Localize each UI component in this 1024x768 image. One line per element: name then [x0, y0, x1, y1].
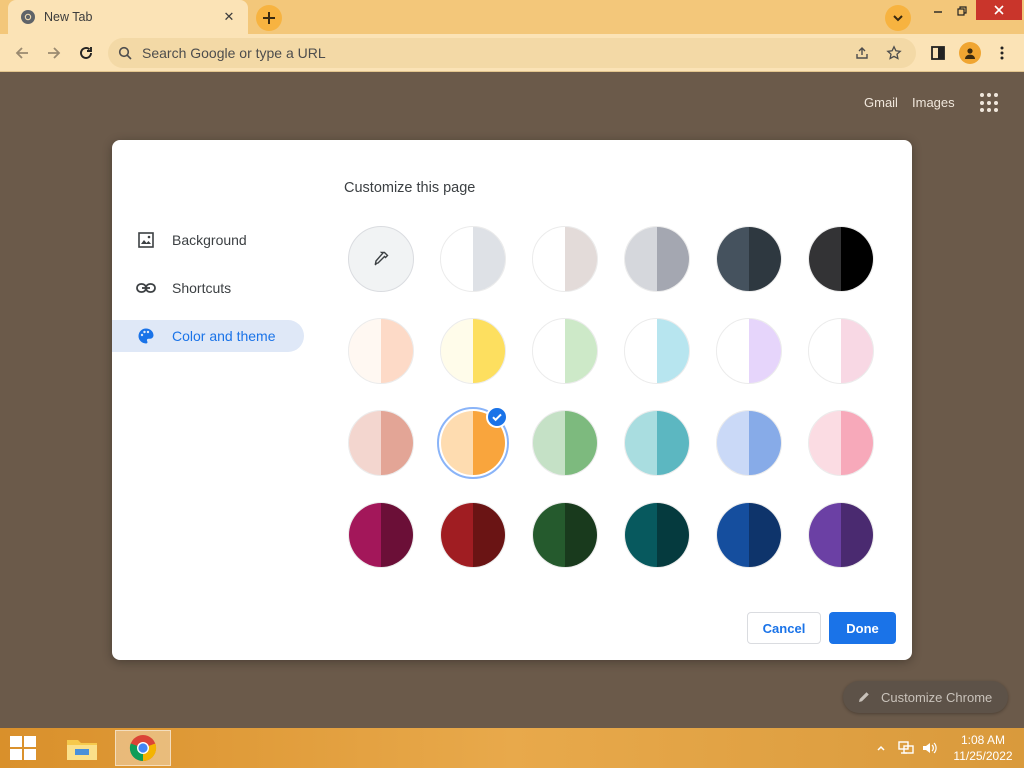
forward-button[interactable]	[42, 41, 66, 65]
clock-time: 1:08 AM	[960, 733, 1006, 747]
chevron-down-icon	[893, 15, 903, 22]
apps-grid-icon[interactable]	[980, 93, 1000, 113]
link-icon	[136, 278, 156, 298]
dialog-title: Customize this page	[344, 180, 476, 196]
color-swatch[interactable]	[348, 318, 414, 384]
menu-item-background[interactable]: Background	[112, 224, 304, 256]
color-swatch[interactable]	[440, 502, 506, 568]
restore-icon	[956, 5, 967, 16]
color-swatch[interactable]	[624, 502, 690, 568]
reload-icon	[80, 47, 92, 59]
color-swatch[interactable]	[808, 226, 874, 292]
menu-item-label: Shortcuts	[172, 280, 232, 296]
tab-strip: New Tab ✕	[0, 0, 1024, 34]
chevron-up-icon	[877, 745, 885, 751]
color-swatch[interactable]	[716, 318, 782, 384]
palette-icon	[136, 326, 156, 346]
network-icon[interactable]	[897, 728, 915, 768]
color-swatch[interactable]	[624, 410, 690, 476]
gmail-link[interactable]: Gmail	[864, 95, 898, 110]
menu-item-label: Background	[172, 232, 247, 248]
color-swatch[interactable]	[716, 502, 782, 568]
menu-item-shortcuts[interactable]: Shortcuts	[112, 272, 304, 304]
color-swatch[interactable]	[808, 318, 874, 384]
chrome-taskbar-button[interactable]	[115, 730, 171, 766]
back-button[interactable]	[10, 41, 34, 65]
menu-button[interactable]	[990, 41, 1014, 65]
menu-item-label: Color and theme	[172, 328, 276, 344]
side-panel-button[interactable]	[926, 41, 950, 65]
images-link[interactable]: Images	[912, 95, 955, 110]
color-swatch[interactable]	[624, 226, 690, 292]
show-hidden-icons-button[interactable]	[876, 728, 886, 768]
customize-chrome-button[interactable]: Customize Chrome	[843, 681, 1008, 713]
close-window-button[interactable]	[976, 0, 1022, 20]
reload-button[interactable]	[74, 41, 98, 65]
system-clock[interactable]: 1:08 AM 11/25/2022	[948, 732, 1018, 764]
restore-button[interactable]	[946, 0, 978, 22]
color-swatch[interactable]	[808, 502, 874, 568]
pencil-icon	[857, 690, 871, 704]
customize-dialog: Customize this page Background Shortcuts…	[112, 140, 912, 660]
profile-avatar[interactable]	[959, 42, 981, 64]
color-swatch[interactable]	[440, 226, 506, 292]
color-swatch[interactable]	[532, 410, 598, 476]
plus-icon	[263, 12, 275, 24]
tab-new-tab[interactable]: New Tab ✕	[8, 0, 248, 34]
close-icon	[994, 5, 1004, 15]
tab-title: New Tab	[44, 10, 93, 24]
color-swatch[interactable]	[808, 410, 874, 476]
customize-chrome-label: Customize Chrome	[881, 689, 993, 705]
file-explorer-taskbar-button[interactable]	[54, 730, 110, 766]
chrome-icon	[20, 9, 36, 25]
image-icon	[136, 230, 156, 250]
tab-close-icon[interactable]: ✕	[220, 9, 238, 25]
color-swatch[interactable]	[440, 318, 506, 384]
color-swatch[interactable]	[624, 318, 690, 384]
done-button[interactable]: Done	[829, 612, 896, 644]
share-icon[interactable]	[850, 41, 874, 65]
new-tab-button[interactable]	[256, 5, 282, 31]
omnibox-placeholder: Search Google or type a URL	[142, 45, 326, 61]
clock-date: 11/25/2022	[953, 749, 1013, 763]
person-icon	[965, 48, 975, 59]
color-swatch[interactable]	[532, 226, 598, 292]
bookmark-star-icon[interactable]	[882, 41, 906, 65]
color-swatch[interactable]	[348, 502, 414, 568]
minimize-icon	[934, 11, 942, 13]
color-swatch[interactable]	[716, 226, 782, 292]
color-swatch-selected[interactable]	[437, 406, 509, 479]
search-icon	[118, 45, 134, 61]
color-swatch[interactable]	[532, 318, 598, 384]
arrow-left-icon	[15, 47, 28, 59]
volume-icon[interactable]	[921, 728, 939, 768]
eyedropper-icon	[374, 251, 389, 266]
windows-start-icon[interactable]	[10, 736, 38, 760]
more-vert-icon	[1000, 46, 1004, 60]
color-swatch[interactable]	[532, 502, 598, 568]
menu-item-color-and-theme[interactable]: Color and theme	[112, 320, 304, 352]
cancel-button[interactable]: Cancel	[747, 612, 821, 644]
omnibox[interactable]: Search Google or type a URL	[108, 38, 916, 68]
checkmark-icon	[486, 406, 508, 428]
tab-search-button[interactable]	[885, 5, 911, 31]
taskbar: 1:08 AM 11/25/2022	[0, 728, 1024, 768]
chrome-icon	[129, 735, 157, 762]
side-panel-icon	[931, 46, 945, 60]
folder-icon	[67, 740, 97, 760]
color-swatch[interactable]	[716, 410, 782, 476]
browser-toolbar: Search Google or type a URL	[0, 34, 1024, 72]
color-swatch-grid	[348, 226, 874, 568]
color-swatch[interactable]	[348, 410, 414, 476]
arrow-right-icon	[48, 47, 61, 59]
custom-color-swatch[interactable]	[348, 226, 414, 292]
